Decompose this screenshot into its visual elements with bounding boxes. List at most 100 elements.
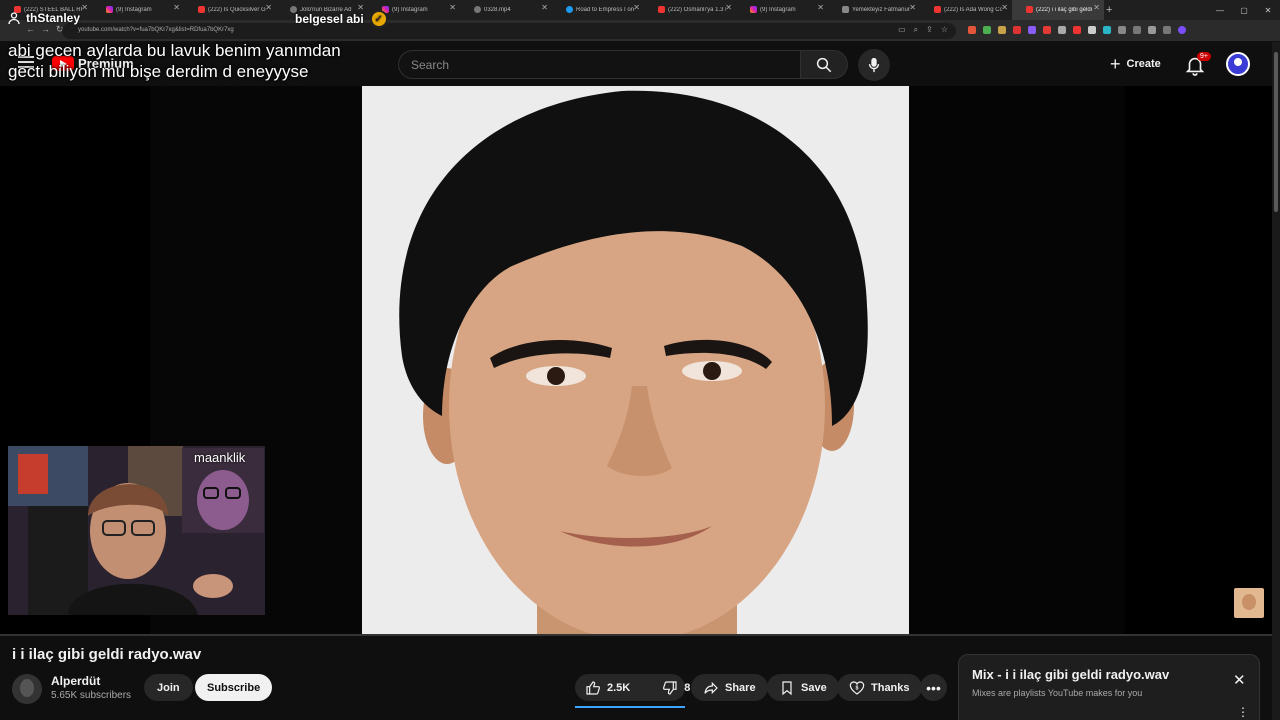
corner-thumbnail[interactable] — [1234, 588, 1264, 618]
chat-message-overlay: abi gecen aylarda bu lavuk benim yanımda… — [8, 40, 408, 82]
extension-icon[interactable] — [1088, 26, 1096, 34]
search-button[interactable] — [800, 50, 848, 79]
thumbs-down-icon — [663, 680, 677, 695]
extension-icon[interactable] — [1058, 26, 1066, 34]
notifications-badge: 9+ — [1197, 52, 1211, 61]
account-avatar[interactable] — [1226, 52, 1250, 76]
close-tab-icon[interactable]: ✕ — [909, 3, 916, 12]
browser-tab[interactable]: (9) Instagram ✕ — [736, 0, 828, 20]
streamer-name: thStanley — [26, 11, 81, 25]
mix-title: Mix - i i ilaç gibi geldi radyo.wav — [972, 667, 1170, 682]
like-button[interactable]: 2.5K — [575, 674, 640, 701]
subscribe-button[interactable]: Subscribe — [195, 674, 273, 701]
search-icon — [816, 57, 832, 72]
browser-tab[interactable]: Yemekteyiz Fatmanur ✕ — [828, 0, 920, 20]
bookmark-icon — [782, 680, 792, 695]
save-label: Save — [801, 681, 827, 694]
kebab-menu-icon[interactable]: ⋮ — [1237, 705, 1249, 719]
like-count: 2.5K — [607, 681, 631, 694]
close-tab-icon[interactable]: ✕ — [633, 3, 640, 12]
checkmark-badge-icon: ✓ — [369, 10, 388, 28]
extension-icon[interactable] — [1013, 26, 1021, 34]
search-input[interactable]: Search — [398, 50, 800, 79]
download-icon[interactable] — [1133, 26, 1141, 34]
join-button[interactable]: Join — [144, 674, 193, 701]
close-tab-icon[interactable]: ✕ — [265, 3, 272, 12]
plus-icon: + — [1110, 54, 1121, 74]
channel-avatar[interactable] — [12, 674, 42, 704]
profile-icon[interactable] — [1178, 26, 1186, 34]
thumbs-up-icon — [586, 680, 601, 695]
share-button[interactable]: Share — [691, 674, 768, 701]
donation-badge-overlay: belgesel abi ✓ — [295, 10, 388, 28]
webcam-label: maanklik — [194, 450, 246, 465]
dislike-count: 8 — [684, 681, 691, 694]
close-window-icon[interactable]: ✕ — [1256, 6, 1280, 15]
zoom-icon[interactable]: ⌕ — [914, 25, 918, 35]
cast-icon[interactable]: ▭ — [898, 25, 906, 35]
tab-label: (222) Is Ada Wong Co — [944, 7, 1002, 13]
url-text: youtube.com/watch?v=fua7bQKr7xg&list=RDf… — [78, 27, 234, 33]
browser-tab[interactable]: (222) Is Ada Wong Co ✕ — [920, 0, 1012, 20]
channel-name[interactable]: Alperdüt — [51, 674, 100, 688]
extension-icon[interactable] — [1028, 26, 1036, 34]
extension-icon[interactable] — [1043, 26, 1051, 34]
like-underline — [575, 706, 685, 708]
puzzle-icon[interactable] — [1118, 26, 1126, 34]
badge-text: belgesel abi — [295, 12, 364, 26]
twitter-favicon-icon — [566, 6, 573, 13]
mix-playlist-panel[interactable]: Mix - i i ilaç gibi geldi radyo.wav Mixe… — [958, 654, 1260, 720]
omnibox-icons: ▭ ⌕ ⇪ ☆ — [898, 25, 948, 35]
close-tab-icon[interactable]: ✕ — [81, 3, 88, 12]
close-tab-icon[interactable]: ✕ — [725, 3, 732, 12]
forward-icon[interactable]: → — [41, 24, 50, 35]
extensions-bar — [968, 26, 1186, 34]
browser-tab[interactable]: (222) Osmanlı'ya 1.3 M ✕ — [644, 0, 736, 20]
close-tab-icon[interactable]: ✕ — [817, 3, 824, 12]
extension-icon[interactable] — [998, 26, 1006, 34]
streamer-overlay: thStanley — [8, 11, 80, 25]
close-icon[interactable]: ✕ — [1233, 671, 1246, 689]
extension-icon[interactable] — [968, 26, 976, 34]
cast-extension-icon[interactable] — [1163, 26, 1171, 34]
browser-tab[interactable]: (9) Instagram ✕ — [92, 0, 184, 20]
create-button[interactable]: + Create — [1102, 50, 1173, 78]
svg-text:$: $ — [856, 685, 859, 691]
extension-icon[interactable] — [1103, 26, 1111, 34]
close-tab-icon[interactable]: ✕ — [541, 3, 548, 12]
browser-tab[interactable]: 0328.mp4 ✕ — [460, 0, 552, 20]
browser-tab[interactable]: (222) Is Quicksilver Go ✕ — [184, 0, 276, 20]
thanks-button[interactable]: $ Thanks — [837, 674, 922, 701]
close-tab-icon[interactable]: ✕ — [449, 3, 456, 12]
back-icon[interactable]: ← — [26, 24, 35, 35]
youtube-favicon-icon — [934, 6, 941, 13]
create-label: Create — [1126, 58, 1161, 70]
video-frame-portrait — [362, 86, 909, 636]
browser-tab[interactable]: Road to Empress I on ✕ — [552, 0, 644, 20]
scrollbar-thumb[interactable] — [1274, 52, 1278, 212]
bookmark-star-icon[interactable]: ☆ — [941, 25, 948, 35]
save-button[interactable]: Save — [767, 674, 839, 701]
close-tab-icon[interactable]: ✕ — [173, 3, 180, 12]
url-field[interactable]: youtube.com/watch?v=fua7bQKr7xg&list=RDf… — [62, 23, 956, 39]
browser-tab-active[interactable]: (222) i i ilaç gibi geldi ✕ — [1012, 0, 1104, 20]
close-tab-icon[interactable]: ✕ — [1093, 3, 1100, 12]
page-scrollbar[interactable] — [1272, 42, 1280, 720]
extension-icon[interactable] — [983, 26, 991, 34]
message-line: gecti biliyon mu bişe derdim d eneyyyse — [8, 62, 309, 81]
more-actions-icon[interactable]: ••• — [920, 674, 947, 701]
globe-favicon-icon — [842, 6, 849, 13]
share-page-icon[interactable]: ⇪ — [926, 25, 933, 35]
video-progress-bar[interactable] — [0, 634, 1272, 636]
close-tab-icon[interactable]: ✕ — [1001, 3, 1008, 12]
share-arrow-icon — [704, 681, 718, 694]
minimize-icon[interactable]: — — [1208, 6, 1232, 15]
tab-label: (9) Instagram — [392, 7, 428, 13]
maximize-icon[interactable]: ▢ — [1232, 6, 1256, 15]
sidepanel-icon[interactable] — [1148, 26, 1156, 34]
new-tab-button[interactable]: + — [1106, 4, 1120, 16]
voice-search-button[interactable] — [858, 49, 890, 81]
extension-icon[interactable] — [1073, 26, 1081, 34]
mix-subtitle: Mixes are playlists YouTube makes for yo… — [972, 688, 1143, 698]
message-line: abi gecen aylarda bu lavuk benim yanımda… — [8, 41, 341, 60]
